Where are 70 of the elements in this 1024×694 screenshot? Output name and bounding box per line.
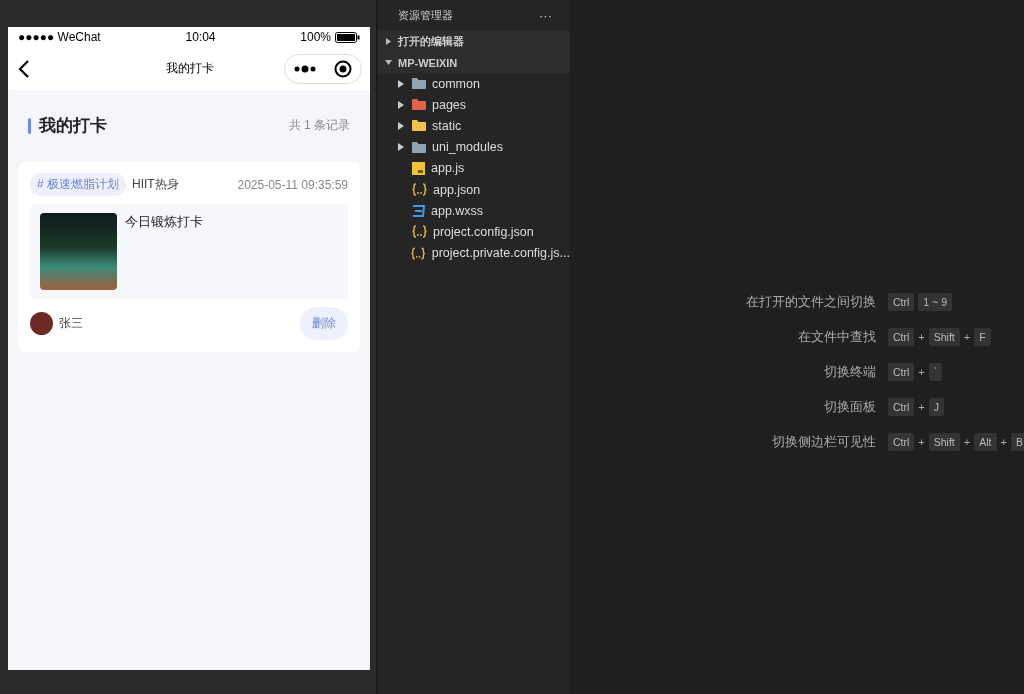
avatar-icon <box>30 312 53 335</box>
folder-icon <box>412 78 426 90</box>
page-heading: 我的打卡 <box>39 115 107 137</box>
battery-icon <box>335 31 360 43</box>
shortcut-label: 切换侧边栏可见性 <box>771 434 876 451</box>
shortcut-label: 切换终端 <box>823 364 876 381</box>
key-cap: 1 ~ 9 <box>918 293 952 311</box>
caret-icon <box>385 38 392 45</box>
shortcut-label: 在文件中查找 <box>797 329 876 346</box>
tree-item[interactable]: project.private.config.js... <box>378 242 570 264</box>
user-name: 张三 <box>59 315 83 332</box>
js-file-icon <box>412 161 425 175</box>
tree-item[interactable]: app.json <box>378 178 570 201</box>
key-cap: ` <box>928 363 943 381</box>
carrier-text: ●●●●● WeChat <box>18 30 101 44</box>
key-cap: Ctrl <box>888 433 915 451</box>
css-file-icon <box>412 204 425 217</box>
key-cap: B <box>1010 433 1024 451</box>
plus-sign: + <box>918 331 925 343</box>
tree-item[interactable]: common <box>378 73 570 95</box>
record-time: 2025-05-11 09:35:59 <box>237 177 348 192</box>
plus-sign: + <box>918 366 925 378</box>
nav-title: 我的打卡 <box>165 60 215 77</box>
folder-icon <box>412 141 426 153</box>
braces-icon <box>412 183 427 197</box>
braces-icon <box>411 246 426 260</box>
accent-bar <box>28 117 31 134</box>
caret-icon <box>385 59 392 66</box>
caret-icon <box>398 143 404 152</box>
key-cap: Ctrl <box>888 363 915 381</box>
plan-tag: # 极速燃脂计划 <box>30 173 126 196</box>
key-cap: Shift <box>928 328 960 346</box>
more-actions[interactable]: ··· <box>539 8 552 23</box>
key-cap: Ctrl <box>888 293 915 311</box>
section-header[interactable]: 打开的编辑器 <box>378 31 570 52</box>
tree-item[interactable]: project.config.json <box>378 221 570 243</box>
tree-item[interactable]: static <box>378 115 570 137</box>
explorer-title: 资源管理器 <box>398 8 453 23</box>
tree-item[interactable]: pages <box>378 94 570 116</box>
caret-icon <box>398 100 404 109</box>
shortcut-label: 切换面板 <box>823 399 876 416</box>
category-text: HIIT热身 <box>132 176 179 193</box>
section-header[interactable]: MP-WEIXIN <box>378 52 570 73</box>
tree-item[interactable]: app.wxss <box>378 200 570 222</box>
key-cap: J <box>928 398 945 416</box>
shortcut-label: 在打开的文件之间切换 <box>745 294 876 311</box>
tree-item[interactable]: uni_modules <box>378 136 570 158</box>
braces-icon <box>412 225 427 239</box>
record-text: 今日锻炼打卡 <box>125 213 203 231</box>
folder-icon <box>412 99 426 111</box>
plus-sign: + <box>918 401 925 413</box>
caret-icon <box>398 79 404 88</box>
record-count: 共 1 条记录 <box>288 117 350 134</box>
tree-item[interactable]: app.js <box>378 157 570 179</box>
more-icon[interactable] <box>294 64 316 73</box>
caret-icon <box>398 121 404 130</box>
plus-sign: + <box>963 436 971 448</box>
target-icon[interactable] <box>334 59 352 78</box>
plus-sign: + <box>918 436 925 448</box>
key-cap: Ctrl <box>888 398 915 416</box>
key-cap: Alt <box>974 433 997 451</box>
plus-sign: + <box>1000 436 1007 448</box>
status-time: 10:04 <box>185 30 216 44</box>
back-icon[interactable] <box>18 58 30 79</box>
key-cap: F <box>974 328 991 346</box>
key-cap: Shift <box>928 433 960 451</box>
plus-sign: + <box>963 331 971 343</box>
battery-text: 100% <box>300 30 331 44</box>
folder-icon <box>412 120 426 132</box>
key-cap: Ctrl <box>888 328 915 346</box>
